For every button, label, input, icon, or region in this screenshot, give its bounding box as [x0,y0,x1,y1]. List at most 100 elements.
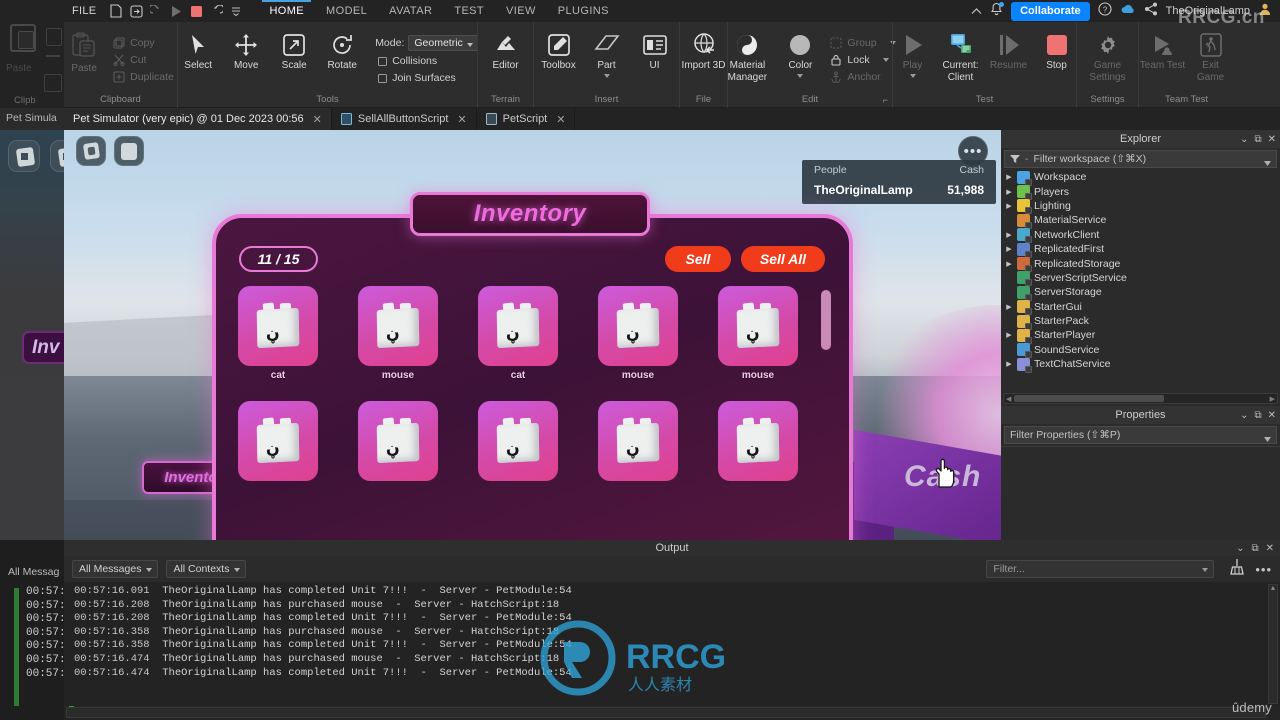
explorer-item-startergui[interactable]: ▶ StarterGui [1001,300,1280,316]
part-dropdown-caret-icon[interactable] [603,73,610,78]
tab-avatar[interactable]: AVATAR [378,0,443,22]
explorer-item-lighting[interactable]: ▶ Lighting [1001,199,1280,215]
select-button[interactable]: Select [175,26,221,72]
chevron-down-icon[interactable]: ⌄ [1240,410,1248,421]
tab-view[interactable]: VIEW [495,0,547,22]
explorer-tree[interactable]: ▶ Workspace ▶ Players ▶ Lighting MaterialServi… [1001,170,1280,390]
redo-icon[interactable] [146,1,166,21]
chevron-down-icon[interactable]: ⌄ [1236,543,1244,554]
inventory-slot[interactable]: ڼ mouse [358,286,438,381]
inventory-slot-box[interactable]: ڼ [358,401,438,481]
share-icon[interactable] [1144,2,1158,21]
lock-button[interactable]: Lock [827,53,898,67]
move-button[interactable]: Move [223,26,269,72]
inventory-slot[interactable]: ڼ [358,401,438,485]
inventory-slot[interactable]: ڼ [478,401,558,485]
expand-arrow-icon[interactable]: ▶ [1005,202,1013,210]
inventory-slot-box[interactable]: ڼ [358,286,438,366]
float-icon[interactable]: ⧉ [1254,134,1261,145]
inventory-slot[interactable]: ڼ [718,401,798,485]
explorer-filter-input[interactable]: - Filter workspace (⇧⌘X) [1004,150,1277,168]
undo-icon[interactable] [206,1,226,21]
close-icon[interactable]: ✕ [556,113,565,126]
inventory-slot-box[interactable]: ڼ [238,286,318,366]
output-messages-filter[interactable]: All Messages [72,560,159,578]
broom-icon[interactable] [1228,558,1245,580]
color-button[interactable]: Color [777,26,823,78]
expand-arrow-icon[interactable]: ▶ [1005,303,1013,311]
edit-dialog-launcher[interactable]: ⌐ [883,95,888,105]
tab-model[interactable]: MODEL [315,0,378,22]
quick-access-more-icon[interactable] [226,1,246,21]
explorer-item-workspace[interactable]: ▶ Workspace [1001,170,1280,186]
tab-plugins[interactable]: PLUGINS [547,0,620,22]
chevron-down-icon[interactable] [1264,433,1271,445]
float-icon[interactable]: ⧉ [1254,410,1261,421]
explorer-item-replicatedstorage[interactable]: ▶ ReplicatedStorage [1001,256,1280,273]
inventory-slot-box[interactable]: ڼ [598,286,678,366]
question-mark-icon[interactable]: ? [1098,1,1112,21]
collaborate-button[interactable]: Collaborate [1011,1,1090,21]
inventory-slot[interactable]: ڼ cat [478,286,558,381]
doc-tab-petscript[interactable]: PetScript ✕ [477,108,576,130]
new-file-icon[interactable] [106,1,126,21]
expand-arrow-icon[interactable]: ▶ [1005,331,1013,339]
inventory-slot-box[interactable]: ڼ [598,401,678,481]
close-icon[interactable]: ✕ [1266,543,1274,554]
color-dropdown-caret-icon[interactable] [797,73,804,78]
scroll-right-icon[interactable]: ▶ [1270,395,1275,403]
explorer-item-textchatservice[interactable]: ▶ TextChatService [1001,357,1280,373]
terrain-editor-button[interactable]: Editor [483,26,529,72]
roblox-logo-button[interactable] [76,136,106,166]
inventory-slot[interactable]: ڼ mouse [598,286,678,381]
scale-button[interactable]: Scale [271,26,317,72]
output-contexts-filter[interactable]: All Contexts [166,560,247,578]
inventory-slot-box[interactable]: ڼ [718,401,798,481]
rotate-button[interactable]: Rotate [319,26,365,72]
sell-button[interactable]: Sell [665,246,731,272]
output-vertical-scrollbar[interactable]: ▲ [1268,584,1278,704]
properties-filter-input[interactable]: Filter Properties (⇧⌘P) [1004,426,1277,444]
current-client-button[interactable]: Current: Client [938,26,984,83]
file-menu-button[interactable]: FILE [72,5,96,17]
mode-dropdown[interactable]: Geometric [408,35,478,51]
material-manager-button[interactable]: Material Manager [719,26,775,83]
expand-arrow-icon[interactable]: ▶ [1005,188,1013,196]
ribbon-collapse-icon[interactable] [971,2,982,20]
lock-caret-icon[interactable] [882,58,889,62]
close-icon[interactable]: ✕ [457,113,466,126]
ui-button[interactable]: UI [632,26,678,72]
explorer-item-starterplayer[interactable]: ▶ StarterPlayer [1001,328,1280,344]
chevron-down-icon[interactable] [1264,157,1271,169]
open-file-icon[interactable] [126,1,146,21]
explorer-item-materialservice[interactable]: MaterialService [1001,213,1280,229]
inventory-slot-box[interactable]: ڼ [718,286,798,366]
doc-tab-place[interactable]: Pet Simulator (very epic) @ 01 Dec 2023 … [64,108,332,130]
expand-arrow-icon[interactable]: ▶ [1005,173,1013,181]
scroll-up-icon[interactable]: ▲ [1269,585,1277,592]
output-search-input[interactable]: Filter... [986,560,1215,578]
inventory-slot[interactable]: ڼ cat [238,286,318,381]
stop-icon[interactable] [186,1,206,21]
stop-button[interactable]: Stop [1034,26,1080,72]
scroll-left-icon[interactable]: ◀ [1006,395,1011,403]
explorer-item-serverscriptservice[interactable]: ServerScriptService [1001,271,1280,287]
tab-test[interactable]: TEST [443,0,495,22]
explorer-item-replicatedfirst[interactable]: ▶ ReplicatedFirst [1001,242,1280,258]
explorer-item-networkclient[interactable]: ▶ NetworkClient [1001,228,1280,244]
inventory-slot-box[interactable]: ڼ [478,286,558,366]
tab-home[interactable]: HOME [258,0,315,22]
explorer-item-players[interactable]: ▶ Players [1001,184,1280,201]
inventory-slot[interactable]: ڼ mouse [718,286,798,381]
inventory-slot[interactable]: ڼ [598,401,678,485]
menu-button[interactable] [114,136,144,166]
chevron-down-icon[interactable]: ⌄ [1240,134,1248,145]
cloud-icon[interactable] [1120,2,1136,20]
doc-tab-sellallbuttonscript[interactable]: SellAllButtonScript ✕ [332,108,477,130]
explorer-item-starterpack[interactable]: StarterPack [1001,314,1280,330]
notification-bell-icon[interactable] [990,1,1005,21]
expand-arrow-icon[interactable]: ▶ [1005,245,1013,253]
expand-arrow-icon[interactable]: ▶ [1005,231,1013,239]
explorer-item-soundservice[interactable]: SoundService [1001,343,1280,359]
part-button[interactable]: Part [584,26,630,78]
